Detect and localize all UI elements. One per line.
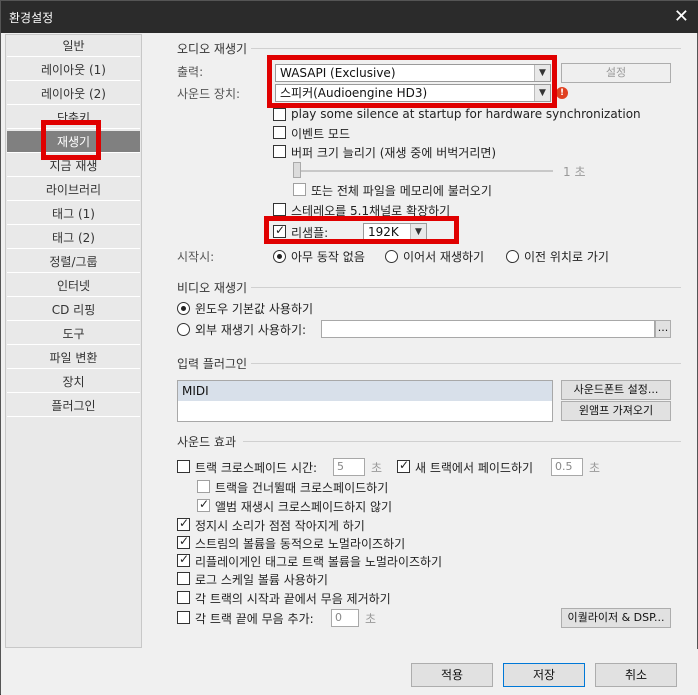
sidebar-item-general[interactable]: 일반 bbox=[7, 35, 140, 57]
import-winamp-button[interactable]: 윈앰프 가져오기 bbox=[561, 401, 671, 421]
replaygain-label: 리플레이게인 태그로 트랙 볼륨을 노멀라이즈하기 bbox=[195, 555, 443, 569]
window-title: 환경설정 bbox=[9, 11, 54, 25]
sidebar-item-layout-2[interactable]: 레이아웃 (2) bbox=[7, 83, 140, 105]
buffer-increase-checkbox[interactable] bbox=[273, 145, 286, 158]
divider bbox=[243, 441, 681, 442]
input-plugin-group-title: 입력 플러그인 bbox=[177, 357, 248, 371]
output-label: 출력: bbox=[177, 65, 204, 79]
buffer-slider-track bbox=[293, 170, 553, 172]
soundfont-settings-button[interactable]: 사운드폰트 설정... bbox=[561, 380, 671, 400]
normalize-stream-label: 스트림의 볼륨을 동적으로 노멀라이즈하기 bbox=[195, 537, 406, 551]
sidebar-item-tags-1[interactable]: 태그 (1) bbox=[7, 203, 140, 225]
whole-file-checkbox[interactable] bbox=[293, 183, 306, 196]
external-player-path[interactable] bbox=[321, 320, 655, 338]
event-mode-checkbox[interactable] bbox=[273, 126, 286, 139]
warning-icon: ! bbox=[556, 87, 568, 99]
highlight-box-output bbox=[267, 55, 557, 108]
play-silence-label: play some silence at startup for hardwar… bbox=[291, 107, 641, 121]
crossfade-unit: 초 bbox=[371, 461, 383, 475]
output-settings-button[interactable]: 설정 bbox=[561, 63, 671, 83]
close-icon[interactable]: ✕ bbox=[674, 6, 689, 27]
replaygain-checkbox[interactable] bbox=[177, 552, 190, 567]
preferences-window: 환경설정 ✕ 일반 레이아웃 (1) 레이아웃 (2) 단축키 재생기 지금 재… bbox=[0, 0, 698, 695]
play-silence-checkbox[interactable] bbox=[273, 108, 286, 121]
apply-button[interactable]: 적용 bbox=[411, 663, 493, 687]
default-player-label: 윈도우 기본값 사용하기 bbox=[195, 302, 314, 316]
fade-in-unit: 초 bbox=[589, 461, 601, 475]
album-no-crossfade-label: 앨범 재생시 크로스페이드하지 않기 bbox=[215, 500, 393, 514]
divider bbox=[251, 48, 681, 49]
fade-in-checkbox[interactable] bbox=[397, 458, 410, 473]
sidebar-item-tags-2[interactable]: 태그 (2) bbox=[7, 227, 140, 249]
equalizer-dsp-button[interactable]: 이퀄라이저 & DSP... bbox=[561, 608, 671, 628]
whole-file-label: 또는 전체 파일을 메모리에 불러오기 bbox=[311, 184, 492, 198]
device-label: 사운드 장치: bbox=[177, 87, 241, 101]
fade-out-stop-checkbox[interactable] bbox=[177, 516, 190, 531]
sidebar-item-sort-group[interactable]: 정렬/그룹 bbox=[7, 251, 140, 273]
remove-silence-label: 각 트랙의 시작과 끝에서 무음 제거하기 bbox=[195, 592, 391, 606]
album-no-crossfade-checkbox[interactable] bbox=[197, 497, 210, 512]
crossfade-skip-checkbox[interactable] bbox=[197, 480, 210, 493]
add-silence-label: 각 트랙 끝에 무음 추가: bbox=[195, 612, 314, 626]
title-bar: 환경설정 ✕ bbox=[1, 1, 698, 33]
add-silence-input[interactable]: 0 bbox=[331, 609, 359, 627]
stereo-expand-checkbox[interactable] bbox=[273, 203, 286, 216]
settings-panel: 오디오 재생기 출력: WASAPI (Exclusive) ▼ 설정 사운드 … bbox=[143, 34, 695, 648]
sidebar-item-devices[interactable]: 장치 bbox=[7, 371, 140, 393]
sidebar-item-tools[interactable]: 도구 bbox=[7, 323, 140, 345]
sidebar-item-plugins[interactable]: 플러그인 bbox=[7, 395, 140, 417]
cancel-button[interactable]: 취소 bbox=[595, 663, 677, 687]
add-silence-checkbox[interactable] bbox=[177, 611, 190, 624]
start-option-nothing: 아무 동작 없음 bbox=[291, 250, 365, 264]
crossfade-label: 트랙 크로스페이드 시간: bbox=[195, 461, 318, 475]
fade-in-input[interactable]: 0.5 bbox=[551, 458, 583, 476]
sidebar-item-file-convert[interactable]: 파일 변환 bbox=[7, 347, 140, 369]
buffer-value: 1 초 bbox=[563, 165, 586, 179]
start-option-previous: 이전 위치로 가기 bbox=[524, 250, 609, 264]
buffer-increase-label: 버퍼 크기 늘리기 (재생 중에 버벅거리면) bbox=[291, 146, 497, 160]
highlight-box-player bbox=[41, 120, 101, 160]
footer-bar: 적용 저장 취소 bbox=[1, 649, 698, 695]
start-option-nothing-radio[interactable] bbox=[273, 250, 286, 263]
external-player-radio[interactable] bbox=[177, 323, 190, 336]
sidebar-item-library[interactable]: 라이브러리 bbox=[7, 179, 140, 201]
list-item[interactable]: MIDI bbox=[178, 381, 552, 401]
divider bbox=[251, 287, 681, 288]
add-silence-unit: 초 bbox=[365, 612, 377, 626]
crossfade-checkbox[interactable] bbox=[177, 460, 190, 473]
fade-in-label: 새 트랙에서 페이드하기 bbox=[415, 461, 534, 475]
log-volume-label: 로그 스케일 볼륨 사용하기 bbox=[195, 573, 328, 587]
sidebar-item-internet[interactable]: 인터넷 bbox=[7, 275, 140, 297]
log-volume-checkbox[interactable] bbox=[177, 572, 190, 585]
save-button[interactable]: 저장 bbox=[503, 663, 585, 687]
external-player-label: 외부 재생기 사용하기: bbox=[195, 323, 307, 337]
start-option-resume: 이어서 재생하기 bbox=[403, 250, 485, 264]
start-option-resume-radio[interactable] bbox=[385, 250, 398, 263]
normalize-stream-checkbox[interactable] bbox=[177, 534, 190, 549]
video-group-title: 비디오 재생기 bbox=[177, 281, 248, 295]
start-label: 시작시: bbox=[177, 250, 215, 264]
sidebar-item-layout-1[interactable]: 레이아웃 (1) bbox=[7, 59, 140, 81]
buffer-slider[interactable] bbox=[293, 162, 301, 178]
sidebar-item-cd-ripping[interactable]: CD 리핑 bbox=[7, 299, 140, 321]
audio-group-title: 오디오 재생기 bbox=[177, 42, 248, 56]
input-plugin-list[interactable]: MIDI bbox=[177, 380, 553, 422]
crossfade-input[interactable]: 5 bbox=[333, 458, 365, 476]
default-player-radio[interactable] bbox=[177, 302, 190, 315]
browse-button[interactable]: ... bbox=[655, 320, 671, 338]
crossfade-skip-label: 트랙을 건너뛸때 크로스페이드하기 bbox=[215, 481, 389, 495]
effects-group-title: 사운드 효과 bbox=[177, 435, 237, 449]
highlight-box-resample bbox=[264, 216, 459, 244]
start-option-previous-radio[interactable] bbox=[506, 250, 519, 263]
event-mode-label: 이벤트 모드 bbox=[291, 127, 351, 141]
fade-out-stop-label: 정지시 소리가 점점 작아지게 하기 bbox=[195, 519, 365, 533]
remove-silence-checkbox[interactable] bbox=[177, 591, 190, 604]
divider bbox=[251, 363, 681, 364]
